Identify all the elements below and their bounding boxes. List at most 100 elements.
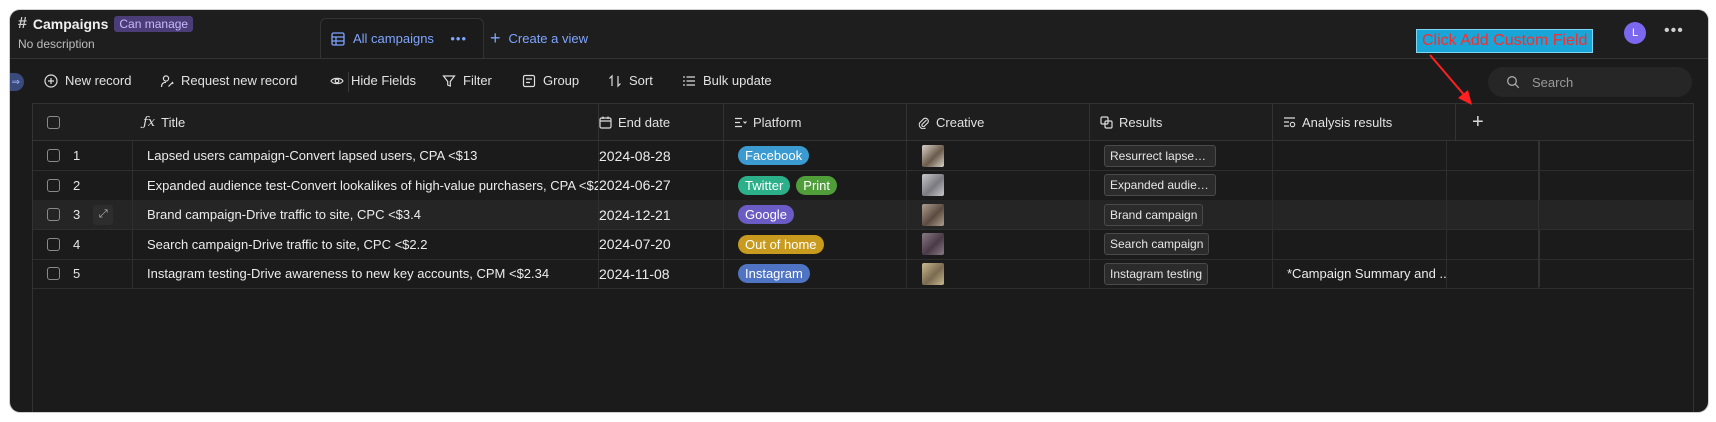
hash-icon: # — [18, 15, 27, 32]
select-all-checkbox[interactable] — [47, 115, 60, 129]
column-analysis-label: Analysis results — [1302, 114, 1393, 130]
cell-end-date[interactable]: 2024-08-28 — [599, 141, 724, 170]
cell-platform[interactable]: Out of home — [724, 229, 907, 259]
table-row[interactable]: 1 Lapsed users campaign-Convert lapsed us… — [33, 141, 1693, 171]
platform-tag: Instagram — [738, 264, 810, 283]
cell-results[interactable]: Instagram testing — [1090, 259, 1273, 288]
filter-button[interactable]: Filter — [442, 73, 492, 88]
cell-results[interactable]: Brand campaign — [1090, 200, 1273, 229]
new-record-label: New record — [65, 73, 132, 88]
linked-record-chip[interactable]: Expanded audien... — [1104, 174, 1216, 196]
grid-view-icon — [331, 31, 345, 46]
linked-record-chip[interactable]: Search campaign — [1104, 233, 1210, 255]
add-field-cell — [1447, 200, 1539, 229]
description[interactable]: No description — [18, 37, 193, 51]
row-checkbox[interactable] — [47, 267, 60, 280]
cell-creative[interactable] — [907, 141, 1090, 170]
tab-all-campaigns[interactable]: All campaigns ••• — [320, 18, 484, 58]
page-title[interactable]: Campaigns — [33, 16, 108, 32]
cell-creative[interactable] — [907, 170, 1090, 200]
row-checkbox[interactable] — [47, 178, 60, 192]
group-icon — [522, 74, 536, 87]
add-field-cell — [1447, 170, 1539, 200]
cell-analysis[interactable] — [1273, 141, 1447, 170]
bulk-update-button[interactable]: Bulk update — [682, 73, 772, 88]
add-field-cell — [1447, 229, 1539, 259]
sort-label: Sort — [629, 73, 653, 88]
cell-end-date[interactable]: 2024-07-20 — [599, 229, 724, 259]
table-row[interactable]: 4 Search campaign-Drive traffic to site, … — [33, 229, 1693, 260]
hide-fields-label: Hide Fields — [351, 73, 417, 88]
cell-results[interactable]: Expanded audien... — [1090, 170, 1273, 200]
more-menu-icon[interactable]: ••• — [1664, 22, 1684, 40]
creative-thumbnail[interactable] — [922, 203, 944, 226]
cell-title[interactable]: Expanded audience test-Convert lookalike… — [133, 170, 599, 200]
column-header-results[interactable]: Results — [1090, 104, 1273, 140]
sort-button[interactable]: Sort — [608, 73, 653, 88]
list-icon — [683, 75, 695, 86]
app-window: # Campaigns Can manage No description Al… — [10, 10, 1708, 412]
new-record-button[interactable]: New record — [44, 73, 131, 88]
column-header-platform[interactable]: Platform — [724, 104, 907, 140]
cell-title[interactable]: Lapsed users campaign-Convert lapsed use… — [133, 141, 599, 170]
creative-thumbnail[interactable] — [922, 262, 944, 285]
request-record-button[interactable]: Request new record — [160, 73, 297, 88]
cell-creative[interactable] — [907, 229, 1090, 259]
cell-results[interactable]: Resurrect lapsed ... — [1090, 141, 1273, 170]
creative-thumbnail[interactable] — [922, 144, 944, 167]
row-checkbox[interactable] — [47, 208, 60, 221]
more-options-icon[interactable]: ••• — [450, 31, 467, 46]
cell-analysis[interactable] — [1273, 229, 1447, 259]
cell-analysis[interactable]: *Campaign Summary and ... — [1273, 259, 1447, 288]
row-number: 2 — [73, 177, 81, 193]
cell-results[interactable]: Search campaign — [1090, 229, 1273, 259]
column-header-end-date[interactable]: End date — [599, 104, 724, 140]
table-row[interactable]: 2 Expanded audience test-Convert lookalik… — [33, 170, 1693, 201]
row-number: 5 — [73, 266, 81, 281]
linked-record-chip[interactable]: Resurrect lapsed ... — [1104, 144, 1216, 167]
avatar[interactable]: L — [1624, 22, 1646, 44]
cell-end-date[interactable]: 2024-06-27 — [599, 170, 724, 200]
platform-tag: Print — [796, 175, 838, 195]
cell-end-date[interactable]: 2024-12-21 — [599, 200, 724, 229]
column-header-title[interactable]: ƒx Title — [133, 104, 599, 140]
hide-fields-button[interactable]: Hide Fields — [330, 73, 416, 88]
row-number: 1 — [73, 148, 81, 163]
cell-title[interactable]: Brand campaign-Drive traffic to site, CP… — [133, 200, 599, 229]
cell-platform[interactable]: Instagram — [724, 259, 907, 288]
sort-icon — [609, 74, 621, 87]
row-index-cell: 1 — [33, 141, 133, 170]
cell-platform[interactable]: Google — [724, 200, 907, 229]
cell-platform[interactable]: Facebook — [724, 141, 907, 170]
tutorial-callout: Click Add Custom Field — [1416, 29, 1594, 53]
formula-icon: ƒx — [143, 114, 156, 130]
table-row[interactable]: 3 ⤢ Brand campaign-Drive traffic to site, … — [33, 200, 1693, 230]
add-field-button[interactable]: + — [1472, 111, 1484, 134]
row-index-cell: 4 — [33, 229, 133, 259]
cell-title[interactable]: Instagram testing-Drive awareness to new… — [133, 259, 599, 288]
cell-platform[interactable]: Twitter Print — [724, 170, 907, 200]
create-view-button[interactable]: + Create a view — [490, 28, 588, 49]
cell-analysis[interactable] — [1273, 170, 1447, 200]
column-creative-label: Creative — [936, 114, 985, 130]
column-header-analysis[interactable]: Analysis results — [1273, 104, 1456, 140]
column-header-creative[interactable]: Creative — [907, 104, 1090, 140]
link-record-icon — [1100, 115, 1113, 129]
cell-creative[interactable] — [907, 259, 1090, 288]
cell-title[interactable]: Search campaign-Drive traffic to site, C… — [133, 229, 599, 259]
cell-analysis[interactable] — [1273, 200, 1447, 229]
grid-header-row: ƒx Title End date Platform Creative Resu… — [33, 104, 1693, 141]
creative-thumbnail[interactable] — [922, 233, 944, 255]
search-input[interactable]: Search — [1488, 67, 1692, 97]
cell-creative[interactable] — [907, 200, 1090, 229]
cell-end-date[interactable]: 2024-11-08 — [599, 259, 724, 288]
group-button[interactable]: Group — [522, 73, 579, 88]
creative-thumbnail[interactable] — [922, 174, 944, 196]
linked-record-chip[interactable]: Brand campaign — [1104, 203, 1204, 226]
row-checkbox[interactable] — [47, 149, 60, 162]
linked-record-chip[interactable]: Instagram testing — [1104, 262, 1209, 285]
row-checkbox[interactable] — [47, 237, 60, 251]
table-row[interactable]: 5 Instagram testing-Drive awareness to ne… — [33, 259, 1693, 289]
expand-record-icon[interactable]: ⤢ — [93, 204, 114, 225]
tab-label: All campaigns — [353, 31, 434, 46]
